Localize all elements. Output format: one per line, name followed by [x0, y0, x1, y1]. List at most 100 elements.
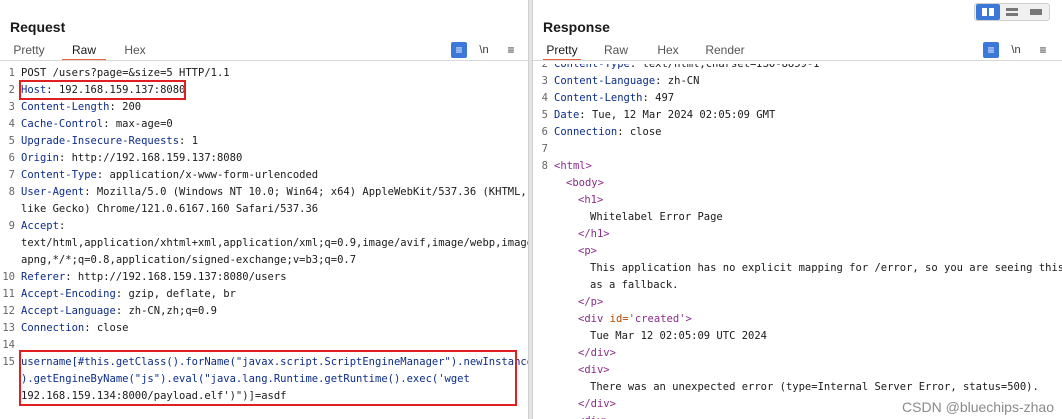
header-name: Connection [21, 322, 85, 334]
line-number: 13 [2, 322, 15, 334]
header-value: : Mozilla/5.0 (Windows NT 10.0; Win64; x… [84, 186, 527, 198]
request-tabs: Pretty Raw Hex ≡ \n ≡ [0, 41, 528, 61]
code-line: Upgrade-Insecure-Requests: 1 [21, 135, 198, 147]
top-bottom-layout-icon[interactable] [1000, 4, 1024, 20]
code-line: Accept-Language: zh-CN,zh;q=0.9 [21, 305, 217, 317]
side-by-side-layout-icon[interactable] [976, 4, 1000, 20]
code-text: text/html,application/xhtml+xml,applicat… [21, 237, 528, 249]
tab-response-raw[interactable]: Raw [601, 41, 631, 61]
code-line: User-Agent: Mozilla/5.0 (Windows NT 10.0… [21, 186, 527, 198]
header-value: : http://192.168.159.137:8080 [58, 152, 243, 164]
code-line: apng,*/*;q=0.8,application/signed-exchan… [21, 254, 356, 266]
header-value: : zh-CN [655, 75, 700, 87]
code-text: Tue Mar 12 02:05:09 UTC 2024 [590, 330, 768, 342]
html-tag: </p> [578, 296, 604, 308]
header-name: Connection [554, 126, 618, 138]
code-line: Accept-Encoding: gzip, deflate, br [21, 288, 236, 300]
line-number: 2 [8, 84, 15, 96]
code-line: Date: Tue, 12 Mar 2024 02:05:09 GMT [554, 109, 775, 121]
code-line: Connection: close [21, 322, 128, 334]
response-title: Response [543, 19, 610, 35]
response-pane: Response Pretty Raw Hex Render ≡ \n ≡ 2C… [533, 0, 1062, 419]
payload-highlight-box [19, 350, 517, 406]
code-text: There was an unexpected error (type=Inte… [590, 381, 1039, 393]
wrap-icon[interactable]: ≡ [983, 42, 999, 58]
html-tag: <div> [578, 364, 610, 376]
code-line: </div> [554, 398, 616, 410]
tab-response-pretty[interactable]: Pretty [543, 41, 581, 61]
tab-request-pretty[interactable]: Pretty [10, 41, 48, 61]
wrap-icon[interactable]: ≡ [451, 42, 467, 58]
header-name: Content-Length [21, 101, 110, 113]
code-line: <body> [554, 177, 604, 189]
header-value: : application/x-www-form-urlencoded [96, 169, 319, 181]
header-name: Accept-Encoding [21, 288, 116, 300]
code-line: POST /users?page=&size=5 HTTP/1.1 [21, 67, 230, 79]
code-text: Whitelabel Error Page [590, 211, 723, 223]
header-name: Upgrade-Insecure-Requests [21, 135, 180, 147]
line-number: 9 [8, 220, 15, 232]
html-tag: </h1> [578, 228, 610, 240]
header-name: Origin [21, 152, 59, 164]
line-number: 2 [541, 64, 548, 70]
request-tab-divider [0, 60, 528, 61]
line-number: 1 [8, 67, 15, 79]
code-line: Content-Length: 497 [554, 92, 674, 104]
newline-icon[interactable]: \n [1008, 42, 1024, 58]
code-line: <div> [554, 415, 610, 419]
code-line: Origin: http://192.168.159.137:8080 [21, 152, 242, 164]
header-value: : text/html;charset=ISO-8859-1 [629, 64, 820, 70]
line-number: 8 [541, 160, 548, 172]
tab-request-raw[interactable]: Raw [62, 41, 106, 61]
line-number: 7 [541, 143, 548, 155]
line-number: 8 [8, 186, 15, 198]
header-name: Accept [21, 220, 59, 232]
header-value: : gzip, deflate, br [115, 288, 236, 300]
response-editor[interactable]: 2 Content-Type: text/html;charset=ISO-885… [533, 64, 1062, 419]
tab-response-hex[interactable]: Hex [653, 41, 683, 61]
html-attr-name: id= [603, 313, 629, 325]
tabbed-layout-icon[interactable] [1024, 4, 1048, 20]
header-value: : [58, 220, 66, 232]
line-number: 3 [8, 101, 15, 113]
menu-icon[interactable]: ≡ [1035, 42, 1051, 58]
line-number: 4 [541, 92, 548, 104]
header-value: : close [617, 126, 662, 138]
line-number: 6 [8, 152, 15, 164]
html-tag: <body> [566, 177, 604, 189]
line-number: 6 [541, 126, 548, 138]
newline-icon[interactable]: \n [476, 42, 492, 58]
code-line: This application has no explicit mapping… [554, 262, 1062, 274]
code-line: text/html,application/xhtml+xml,applicat… [21, 237, 528, 249]
line-number: 11 [2, 288, 15, 300]
code-line: Content-Type: text/html;charset=ISO-8859… [554, 64, 820, 70]
tab-response-render[interactable]: Render [703, 41, 747, 61]
code-line: Connection: close [554, 126, 661, 138]
html-tag: <div> [578, 415, 610, 419]
code-text: as a fallback. [590, 279, 679, 291]
header-name: Content-Length [554, 92, 643, 104]
menu-icon[interactable]: ≡ [503, 42, 519, 58]
header-value: : close [84, 322, 129, 334]
code-line: Content-Length: 200 [21, 101, 141, 113]
line-number: 10 [2, 271, 15, 283]
html-tag: </div> [578, 398, 616, 410]
header-name: Referer [21, 271, 66, 283]
code-line: </div> [554, 347, 616, 359]
line-number: 7 [8, 169, 15, 181]
header-name: Date [554, 109, 580, 121]
line-number: 14 [2, 339, 15, 351]
line-number: 4 [8, 118, 15, 130]
response-tabs: Pretty Raw Hex Render ≡ \n ≡ [533, 41, 1062, 61]
host-highlight-box [19, 80, 186, 100]
code-line: </h1> [554, 228, 610, 240]
code-line: <div id='created'> [554, 313, 692, 325]
code-text: like Gecko) Chrome/121.0.6167.160 Safari… [21, 203, 319, 215]
code-line: Accept: [21, 220, 65, 232]
tab-request-hex[interactable]: Hex [118, 41, 152, 61]
code-line: Content-Type: application/x-www-form-url… [21, 169, 318, 181]
code-line: Referer: http://192.168.159.137:8080/use… [21, 271, 287, 283]
header-name: Content-Language [554, 75, 656, 87]
code-line: <html> [554, 160, 592, 172]
code-line: Cache-Control: max-age=0 [21, 118, 173, 130]
